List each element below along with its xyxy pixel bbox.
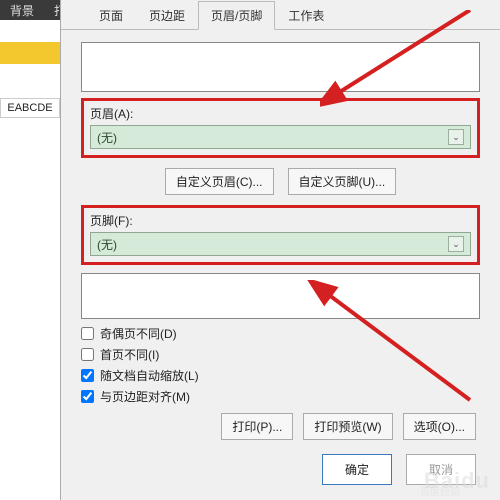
footer-label: 页脚(F): — [90, 212, 471, 229]
topbar-bg[interactable]: 背景 — [10, 2, 34, 19]
check-label: 与页边距对齐(M) — [100, 388, 190, 405]
checkbox-icon[interactable] — [81, 390, 94, 403]
chevron-down-icon: ⌄ — [448, 236, 464, 252]
sheet-cell[interactable]: EABCDE — [0, 98, 60, 118]
ok-button[interactable]: 确定 — [322, 454, 392, 485]
tab-header-footer[interactable]: 页眉/页脚 — [198, 1, 275, 30]
tab-page[interactable]: 页面 — [86, 1, 136, 30]
chevron-down-icon: ⌄ — [448, 129, 464, 145]
header-combo[interactable]: (无) ⌄ — [90, 125, 471, 149]
options-button[interactable]: 选项(O)... — [403, 413, 476, 440]
watermark-text: 百度经验 — [420, 483, 460, 498]
custom-buttons-row: 自定义页眉(C)... 自定义页脚(U)... — [81, 168, 480, 195]
checkbox-icon[interactable] — [81, 348, 94, 361]
print-preview-button[interactable]: 打印预览(W) — [303, 413, 392, 440]
check-odd-even[interactable]: 奇偶页不同(D) — [81, 325, 480, 342]
checkbox-icon[interactable] — [81, 327, 94, 340]
tab-margins[interactable]: 页边距 — [136, 1, 198, 30]
header-combo-value: (无) — [97, 129, 448, 146]
check-scale-doc[interactable]: 随文档自动缩放(L) — [81, 367, 480, 384]
footer-combo-value: (无) — [97, 236, 448, 253]
check-label: 首页不同(I) — [100, 346, 159, 363]
checkbox-group: 奇偶页不同(D) 首页不同(I) 随文档自动缩放(L) 与页边距对齐(M) — [81, 325, 480, 405]
check-first-page[interactable]: 首页不同(I) — [81, 346, 480, 363]
custom-header-button[interactable]: 自定义页眉(C)... — [165, 168, 274, 195]
footer-group-highlight: 页脚(F): (无) ⌄ — [81, 205, 480, 265]
header-preview — [81, 42, 480, 92]
checkbox-icon[interactable] — [81, 369, 94, 382]
custom-footer-button[interactable]: 自定义页脚(U)... — [288, 168, 397, 195]
header-group-highlight: 页眉(A): (无) ⌄ — [81, 98, 480, 158]
footer-combo[interactable]: (无) ⌄ — [90, 232, 471, 256]
dialog-content: 页眉(A): (无) ⌄ 自定义页眉(C)... 自定义页脚(U)... 页脚(… — [61, 30, 500, 493]
tab-worksheet[interactable]: 工作表 — [275, 1, 337, 30]
print-buttons-row: 打印(P)... 打印预览(W) 选项(O)... — [81, 413, 480, 440]
check-align-margins[interactable]: 与页边距对齐(M) — [81, 388, 480, 405]
print-button[interactable]: 打印(P)... — [221, 413, 293, 440]
formula-bar-highlight — [0, 42, 60, 64]
page-setup-dialog: 页面 页边距 页眉/页脚 工作表 页眉(A): (无) ⌄ 自定义页眉(C)..… — [60, 0, 500, 500]
check-label: 奇偶页不同(D) — [100, 325, 177, 342]
header-label: 页眉(A): — [90, 105, 471, 122]
dialog-buttons: 确定 取消 — [81, 454, 480, 485]
dialog-tabs: 页面 页边距 页眉/页脚 工作表 — [61, 0, 500, 30]
footer-preview — [81, 273, 480, 319]
check-label: 随文档自动缩放(L) — [100, 367, 199, 384]
